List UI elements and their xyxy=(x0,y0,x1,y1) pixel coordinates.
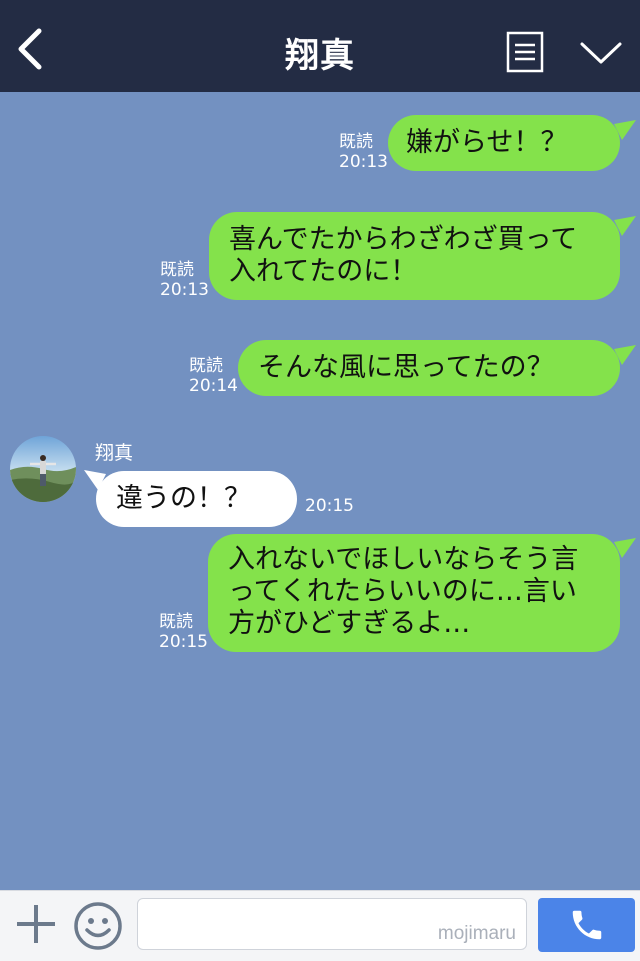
read-status: 既読 xyxy=(189,356,223,376)
outgoing-message-bubble[interactable]: 喜んでたからわざわざ買って入れてたのに！ xyxy=(209,212,620,300)
emoji-button[interactable] xyxy=(73,901,123,951)
read-status: 既読 xyxy=(159,612,193,632)
bubble-tail xyxy=(614,120,636,140)
phone-icon xyxy=(572,910,601,940)
attach-button[interactable] xyxy=(14,902,58,946)
message-text: 喜んでたからわざわざ買って入れてたのに！ xyxy=(229,224,578,287)
expand-button[interactable] xyxy=(578,36,624,68)
outgoing-message-bubble[interactable]: 入れないでほしいならそう言ってくれたらいいのに…言い方がひどすぎるよ… xyxy=(208,534,620,652)
read-status: 既読 xyxy=(160,260,194,280)
sender-name: 翔真 xyxy=(95,442,134,464)
bubble-tail xyxy=(614,538,636,558)
outgoing-message-bubble[interactable]: そんな風に思ってたの？ xyxy=(238,340,620,396)
message-input[interactable]: mojimaru xyxy=(137,898,527,950)
message-time: 20:14 xyxy=(189,376,238,396)
message-time: 20:15 xyxy=(305,496,354,516)
avatar-image xyxy=(10,436,76,502)
message-time: 20:13 xyxy=(339,152,388,172)
message-meta: 既読 20:13 xyxy=(339,132,388,172)
message-text: 違うの！？ xyxy=(116,483,251,514)
call-button[interactable] xyxy=(538,898,635,952)
message-meta: 既読 20:15 xyxy=(159,612,208,652)
message-time: 20:15 xyxy=(159,632,208,652)
watermark-text: mojimaru xyxy=(437,923,516,944)
message-text: 嫌がらせ！？ xyxy=(406,127,568,158)
outgoing-message-bubble[interactable]: 嫌がらせ！？ xyxy=(388,115,620,171)
menu-button[interactable] xyxy=(505,30,545,74)
menu-list-icon xyxy=(506,31,544,73)
chat-area[interactable]: 既読 20:13 嫌がらせ！？ 既読 20:13 喜んでたからわざわざ買って入れ… xyxy=(0,92,640,890)
message-text: そんな風に思ってたの？ xyxy=(258,352,554,383)
emoji-icon xyxy=(74,902,122,950)
bubble-tail xyxy=(614,345,636,365)
message-meta: 20:15 xyxy=(305,496,354,516)
message-time: 20:13 xyxy=(160,280,209,300)
chevron-down-icon xyxy=(580,42,622,64)
read-status: 既読 xyxy=(339,132,373,152)
contact-avatar[interactable] xyxy=(10,436,76,502)
bubble-tail xyxy=(614,216,636,236)
message-meta: 既読 20:14 xyxy=(189,356,238,396)
plus-icon xyxy=(17,905,55,943)
chat-header: 翔真 xyxy=(0,0,640,92)
message-text: 入れないでほしいならそう言ってくれたらいいのに…言い方がひどすぎるよ… xyxy=(228,544,579,639)
incoming-message-bubble[interactable]: 違うの！？ xyxy=(96,471,297,527)
message-meta: 既読 20:13 xyxy=(160,260,209,300)
composer-bar: mojimaru xyxy=(0,890,640,961)
